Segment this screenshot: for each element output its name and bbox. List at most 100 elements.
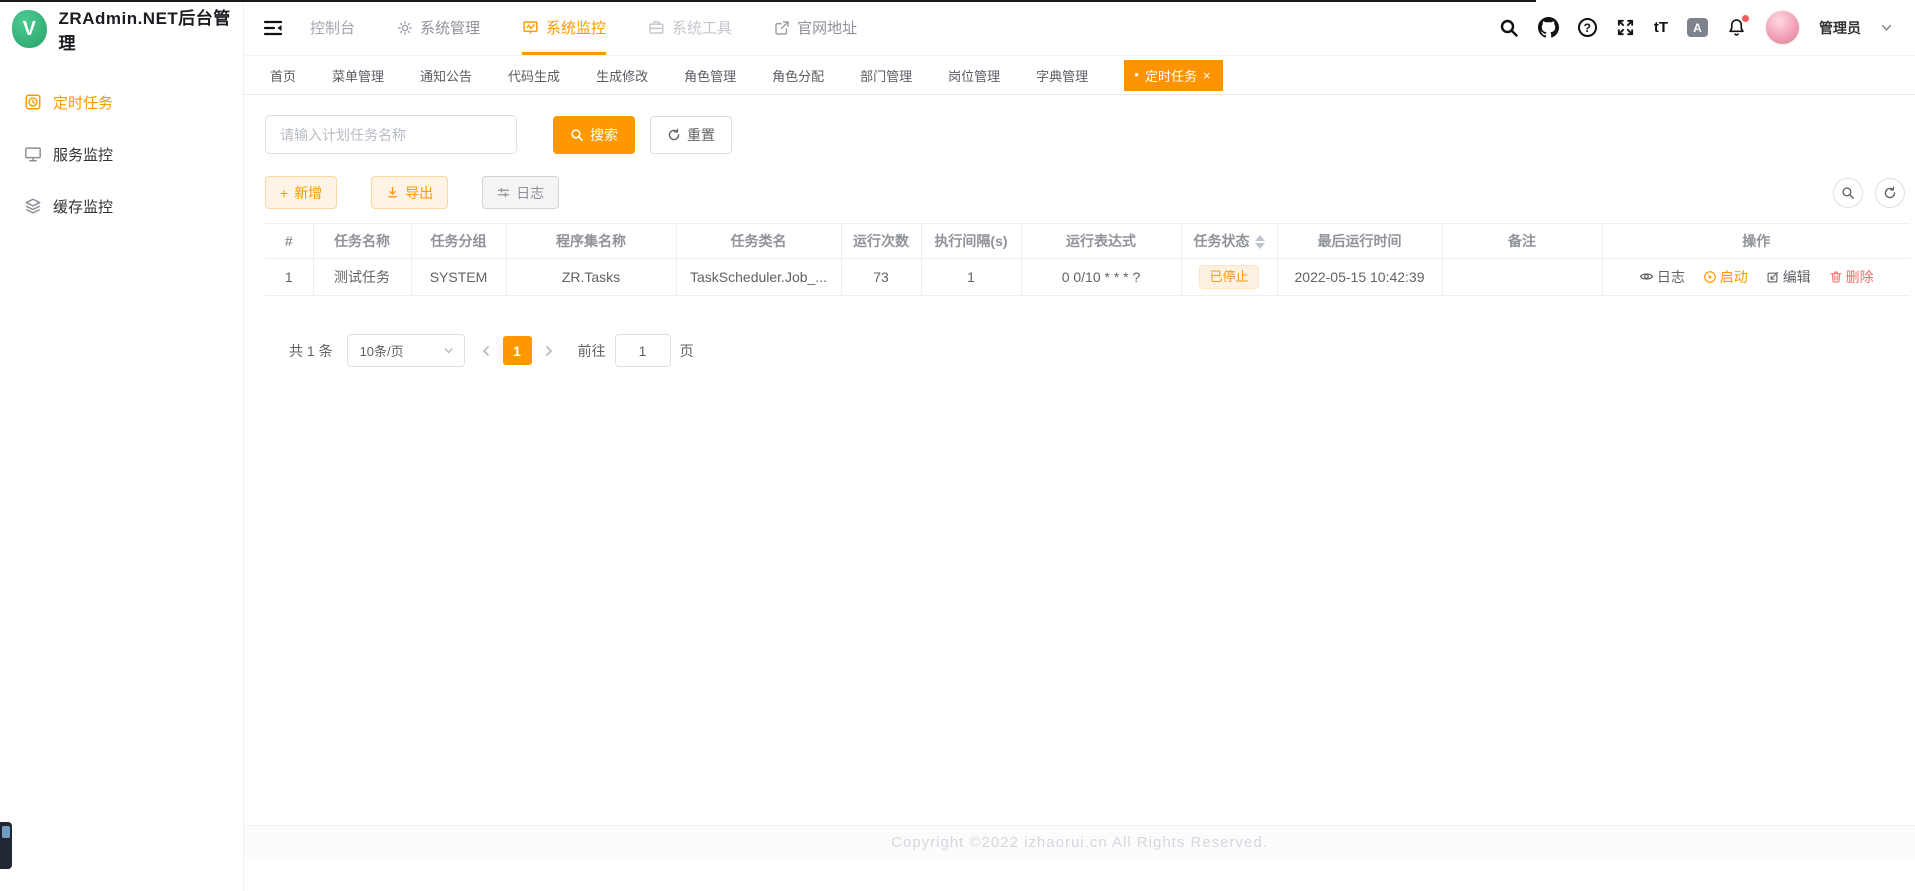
log-button[interactable]: 日志 bbox=[482, 176, 559, 209]
content-area: 搜索 重置 + 新增 bbox=[244, 95, 1915, 825]
sidebar-item-label: 服务监控 bbox=[53, 144, 113, 165]
refresh-icon bbox=[667, 128, 681, 142]
prev-page-button[interactable] bbox=[479, 344, 493, 358]
tab-close-icon[interactable]: × bbox=[1203, 69, 1211, 82]
nav-label: 系统工具 bbox=[672, 17, 732, 38]
sort-carets-icon[interactable] bbox=[1255, 235, 1265, 249]
edit-icon bbox=[1766, 270, 1780, 284]
chevron-down-icon bbox=[443, 345, 454, 356]
col-header: 程序集名称 bbox=[506, 224, 676, 259]
menu-fold-icon[interactable] bbox=[262, 17, 284, 39]
search-icon bbox=[570, 128, 584, 142]
nav-system-tools[interactable]: 系统工具 bbox=[648, 0, 732, 55]
eye-icon bbox=[1639, 269, 1654, 284]
sidebar-item-cache-monitor[interactable]: 缓存监控 bbox=[0, 180, 243, 232]
timer-icon bbox=[24, 93, 42, 111]
tab-item[interactable]: 角色管理 bbox=[684, 66, 736, 85]
search-icon bbox=[1841, 186, 1855, 200]
chevron-down-icon[interactable] bbox=[1880, 21, 1893, 34]
cell-task-name: 测试任务 bbox=[313, 259, 411, 296]
topbar: 控制台 系统管理 bbox=[244, 0, 1915, 56]
cell-run-count: 73 bbox=[841, 259, 921, 296]
github-icon[interactable] bbox=[1538, 17, 1559, 38]
avatar[interactable] bbox=[1765, 10, 1800, 45]
fullscreen-icon[interactable] bbox=[1616, 18, 1635, 37]
next-page-button[interactable] bbox=[542, 344, 556, 358]
cell-cron: 0 0/10 * * * ? bbox=[1021, 259, 1181, 296]
copyright-text: Copyright ©2022 izhaorui.cn All Rights R… bbox=[891, 834, 1268, 851]
user-name[interactable]: 管理员 bbox=[1819, 18, 1861, 38]
window-top-line bbox=[0, 0, 1536, 2]
toolbar-row: + 新增 导出 bbox=[265, 176, 1910, 209]
page-number-button[interactable]: 1 bbox=[503, 336, 532, 365]
nav-system-admin[interactable]: 系统管理 bbox=[397, 0, 480, 55]
download-icon bbox=[386, 186, 399, 199]
table-row[interactable]: 1 测试任务 SYSTEM ZR.Tasks TaskScheduler.Job… bbox=[265, 259, 1910, 296]
refresh-icon bbox=[1883, 186, 1897, 200]
nav-label: 控制台 bbox=[310, 17, 355, 38]
col-header-sortable[interactable]: 任务状态 bbox=[1181, 224, 1277, 259]
action-delete-link[interactable]: 删除 bbox=[1829, 267, 1874, 287]
col-header: 任务分组 bbox=[411, 224, 506, 259]
tab-item[interactable]: 菜单管理 bbox=[332, 66, 384, 85]
toolbox-icon bbox=[648, 19, 665, 36]
sidebar-item-label: 定时任务 bbox=[53, 92, 113, 113]
translate-icon[interactable]: A bbox=[1687, 18, 1708, 37]
add-button[interactable]: + 新增 bbox=[265, 176, 337, 209]
tab-item[interactable]: 代码生成 bbox=[508, 66, 560, 85]
page-size-select[interactable]: 10条/页 bbox=[347, 334, 465, 367]
app-screen: V ZRAdmin.NET后台管理 定时任务 bbox=[0, 0, 1915, 891]
search-button[interactable]: 搜索 bbox=[553, 116, 635, 154]
app-title: ZRAdmin.NET后台管理 bbox=[59, 4, 231, 54]
goto-label: 前往 bbox=[578, 341, 606, 361]
chart-monitor-icon bbox=[522, 19, 539, 36]
nav-console[interactable]: 控制台 bbox=[310, 0, 355, 55]
cell-task-group: SYSTEM bbox=[411, 259, 506, 296]
tab-item-active[interactable]: ● 定时任务 × bbox=[1124, 60, 1222, 91]
play-circle-icon bbox=[1703, 270, 1717, 284]
page-unit-label: 页 bbox=[680, 341, 694, 361]
cell-status: 已停止 bbox=[1181, 259, 1277, 296]
tab-item[interactable]: 首页 bbox=[270, 66, 296, 85]
sidebar-item-service-monitor[interactable]: 服务监控 bbox=[0, 128, 243, 180]
font-size-icon[interactable]: tT bbox=[1654, 19, 1668, 36]
help-icon[interactable]: ? bbox=[1578, 18, 1597, 37]
monitor-icon bbox=[24, 145, 42, 163]
logo-row[interactable]: V ZRAdmin.NET后台管理 bbox=[0, 0, 243, 58]
toggle-search-button[interactable] bbox=[1833, 178, 1863, 208]
layers-icon bbox=[24, 197, 42, 215]
reset-button[interactable]: 重置 bbox=[650, 116, 732, 154]
nav-system-monitor[interactable]: 系统监控 bbox=[522, 0, 606, 55]
plus-icon: + bbox=[280, 185, 288, 201]
action-log-link[interactable]: 日志 bbox=[1639, 267, 1685, 287]
cell-last-run: 2022-05-15 10:42:39 bbox=[1277, 259, 1442, 296]
sidebar-item-scheduled-tasks[interactable]: 定时任务 bbox=[0, 76, 243, 128]
nav-site-link[interactable]: 官网地址 bbox=[774, 0, 857, 55]
tab-item[interactable]: 角色分配 bbox=[772, 66, 824, 85]
table-header-row: # 任务名称 任务分组 程序集名称 任务类名 运行次数 执行间隔(s) 运行表达… bbox=[265, 224, 1910, 259]
col-header: 任务类名 bbox=[676, 224, 841, 259]
tab-item[interactable]: 生成修改 bbox=[596, 66, 648, 85]
notification-badge bbox=[1742, 15, 1749, 22]
bell-icon[interactable] bbox=[1727, 18, 1746, 37]
gear-icon bbox=[397, 20, 413, 36]
tab-item[interactable]: 岗位管理 bbox=[948, 66, 1000, 85]
cell-index: 1 bbox=[265, 259, 313, 296]
tab-item[interactable]: 字典管理 bbox=[1036, 66, 1088, 85]
col-header: # bbox=[265, 224, 313, 259]
dock-widget[interactable] bbox=[0, 822, 12, 869]
refresh-table-button[interactable] bbox=[1875, 178, 1905, 208]
tab-item[interactable]: 通知公告 bbox=[420, 66, 472, 85]
export-button[interactable]: 导出 bbox=[371, 176, 448, 209]
status-badge: 已停止 bbox=[1199, 265, 1258, 289]
col-header: 运行次数 bbox=[841, 224, 921, 259]
tab-item[interactable]: 部门管理 bbox=[860, 66, 912, 85]
task-name-input[interactable] bbox=[265, 115, 517, 154]
action-edit-link[interactable]: 编辑 bbox=[1766, 267, 1811, 287]
action-start-link[interactable]: 启动 bbox=[1703, 267, 1748, 287]
goto-page-input[interactable] bbox=[615, 334, 671, 367]
total-count: 共 1 条 bbox=[289, 341, 333, 361]
search-icon[interactable] bbox=[1499, 18, 1519, 38]
nav-label: 系统管理 bbox=[420, 17, 480, 38]
sidebar: V ZRAdmin.NET后台管理 定时任务 bbox=[0, 0, 244, 891]
